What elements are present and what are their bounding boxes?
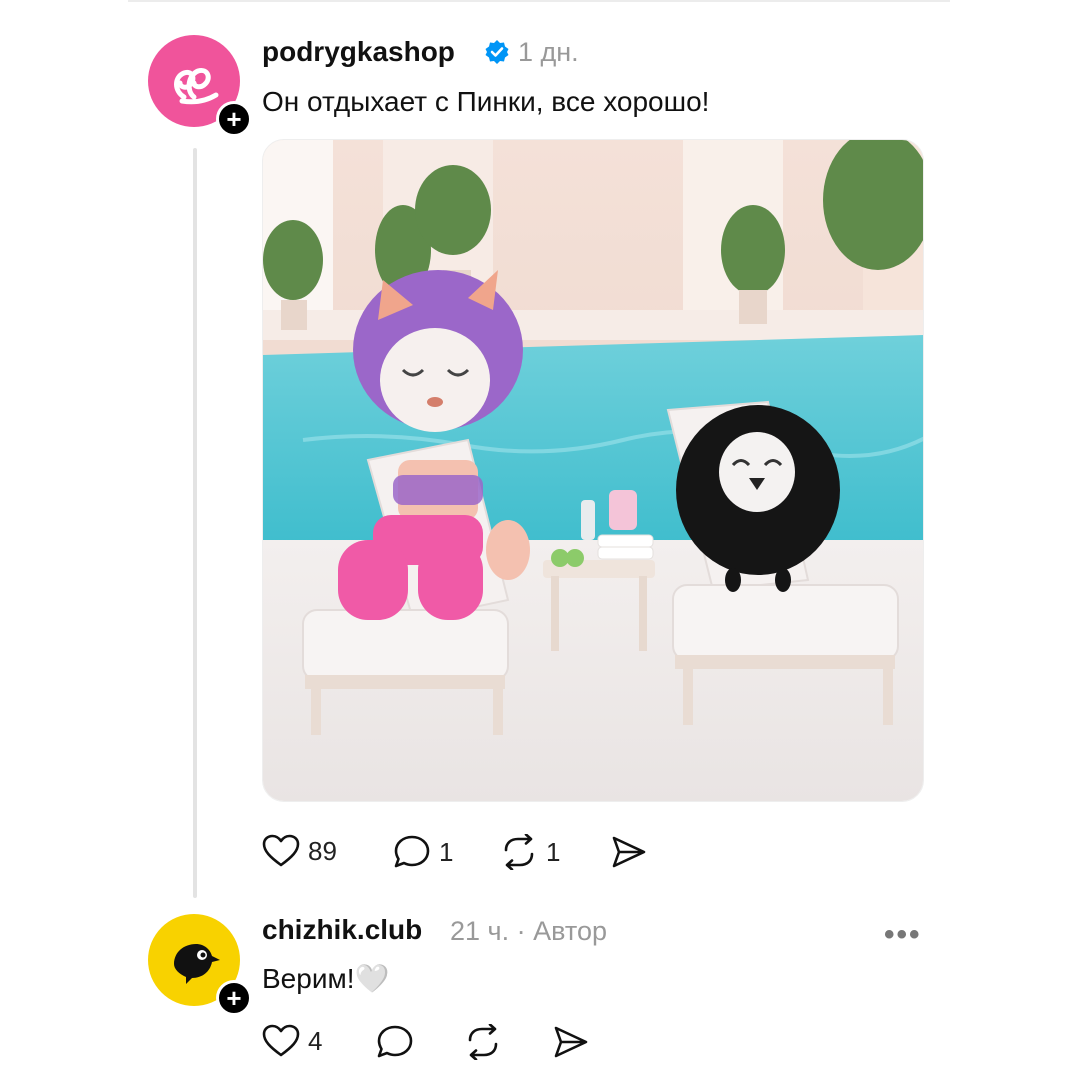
post-username[interactable]: podrygkashop: [262, 36, 455, 68]
thread-line: [193, 148, 197, 898]
reply-share-button[interactable]: [552, 1024, 590, 1060]
comment-button[interactable]: 1: [393, 834, 453, 870]
follow-plus-icon[interactable]: +: [216, 101, 252, 137]
post-text: Он отдыхает с Пинки, все хорошо!: [262, 86, 710, 117]
comment-bubble-icon: [394, 835, 430, 868]
share-button[interactable]: [610, 834, 648, 870]
top-divider: [128, 0, 950, 2]
reply-meta: 21 ч. · Автор: [450, 916, 607, 947]
reply-text: Верим!🤍: [262, 963, 390, 994]
chizhik-avatar[interactable]: +: [148, 914, 252, 1016]
repost-count: 1: [546, 836, 561, 867]
repost-icon: [504, 834, 534, 870]
reply-repost-button[interactable]: [464, 1024, 502, 1060]
post-time: 1 дн.: [518, 37, 579, 67]
heart-icon: [262, 834, 300, 867]
reply-separator: ·: [516, 916, 526, 946]
podrygkashop-avatar[interactable]: +: [148, 35, 252, 137]
reply-like-count: 4: [308, 1025, 323, 1056]
heart-icon: [262, 1024, 300, 1057]
reply-like-button[interactable]: 4: [262, 1024, 322, 1058]
repost-button[interactable]: 1: [500, 834, 560, 870]
reply-username[interactable]: chizhik.club: [262, 914, 422, 946]
reply-comment-button[interactable]: [376, 1024, 414, 1060]
post-photo[interactable]: [262, 139, 924, 802]
verified-badge-icon: [485, 40, 509, 64]
more-options-button[interactable]: •••: [884, 918, 922, 952]
reply-author-label: Автор: [533, 916, 607, 946]
photo-scene-icon: [263, 140, 923, 801]
repost-icon: [468, 1024, 498, 1060]
comment-bubble-icon: [377, 1025, 413, 1058]
follow-plus-icon[interactable]: +: [216, 980, 252, 1016]
like-button[interactable]: 89: [262, 834, 337, 868]
comment-count: 1: [439, 836, 454, 867]
reply-time: 21 ч.: [450, 916, 510, 946]
share-send-icon: [612, 836, 646, 868]
share-send-icon: [554, 1026, 588, 1058]
like-count: 89: [308, 835, 337, 866]
